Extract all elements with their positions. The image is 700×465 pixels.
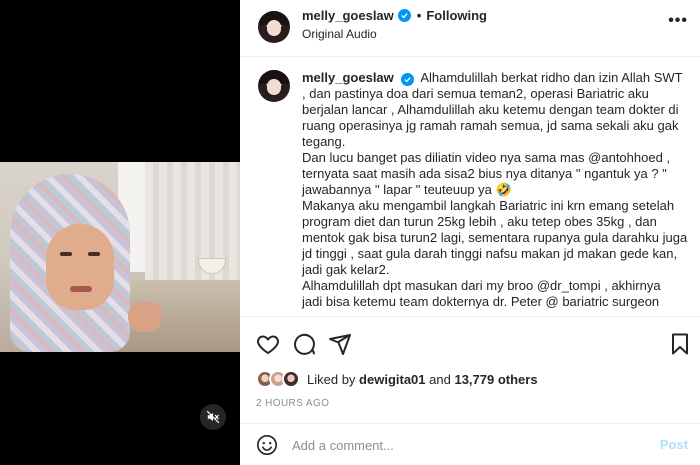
comment-icon[interactable] — [292, 332, 316, 356]
header-user: melly_goeslaw • Following — [302, 8, 487, 23]
avatar[interactable] — [258, 11, 290, 43]
heart-icon[interactable] — [256, 332, 280, 356]
caption-paragraph-4: Alhamdulillah dpt masukan dari my broo @… — [302, 278, 661, 293]
mouth — [70, 286, 92, 292]
caption-paragraph-3: Makanya aku mengambil langkah Bariatric … — [302, 198, 688, 277]
smiley-icon[interactable] — [256, 434, 278, 456]
caption: melly_goeslaw Alhamdulillah berkat ridho… — [302, 70, 688, 310]
likes-prefix: Liked by — [307, 371, 356, 387]
likes-summary: Liked by dewigita01 and 13,779 others — [256, 368, 538, 390]
hand — [128, 302, 162, 332]
curtain — [145, 162, 240, 282]
likes-others-link[interactable]: 13,779 others — [454, 372, 537, 387]
post-timestamp[interactable]: 2 HOURS AGO — [256, 398, 329, 409]
left-eye — [60, 252, 72, 256]
liker-username-link[interactable]: dewigita01 — [359, 372, 425, 387]
caption-avatar[interactable] — [258, 70, 290, 102]
right-eye — [88, 252, 100, 256]
audio-link[interactable]: Original Audio — [302, 27, 377, 41]
mute-button[interactable] — [200, 404, 226, 430]
separator-dot: • — [416, 8, 422, 23]
caption-paragraph-5: jadi bisa ketemu team dokternya dr. Pete… — [302, 294, 660, 309]
post-details: melly_goeslaw • Following Original Audio… — [240, 0, 700, 465]
username-link[interactable]: melly_goeslaw — [302, 8, 394, 23]
comments-area[interactable]: melly_goeslaw Alhamdulillah berkat ridho… — [240, 58, 700, 316]
comment-bar: Post — [240, 423, 700, 465]
face — [46, 224, 114, 310]
likes-text: Liked by dewigita01 and 13,779 others — [307, 372, 538, 387]
post-comment-button[interactable]: Post — [660, 437, 688, 452]
caption-username[interactable]: melly_goeslaw — [302, 70, 394, 85]
more-options-button[interactable]: ••• — [668, 12, 688, 30]
bookmark-icon[interactable] — [668, 332, 692, 356]
hijab — [10, 174, 130, 352]
action-bar — [240, 316, 700, 366]
comment-input[interactable] — [292, 433, 632, 457]
likes-conjunction: and — [429, 371, 451, 387]
video-frame[interactable] — [0, 162, 240, 352]
verified-icon — [401, 73, 415, 86]
video-panel[interactable] — [0, 0, 240, 465]
liker-avatar[interactable] — [282, 370, 300, 388]
verified-icon — [397, 9, 411, 22]
share-icon[interactable] — [328, 332, 352, 356]
post-header: melly_goeslaw • Following Original Audio… — [240, 0, 700, 57]
caption-paragraph-2: Dan lucu banget pas diliatin video nya s… — [302, 150, 671, 197]
speaker-muted-icon — [206, 410, 220, 424]
following-button[interactable]: Following — [426, 8, 487, 23]
